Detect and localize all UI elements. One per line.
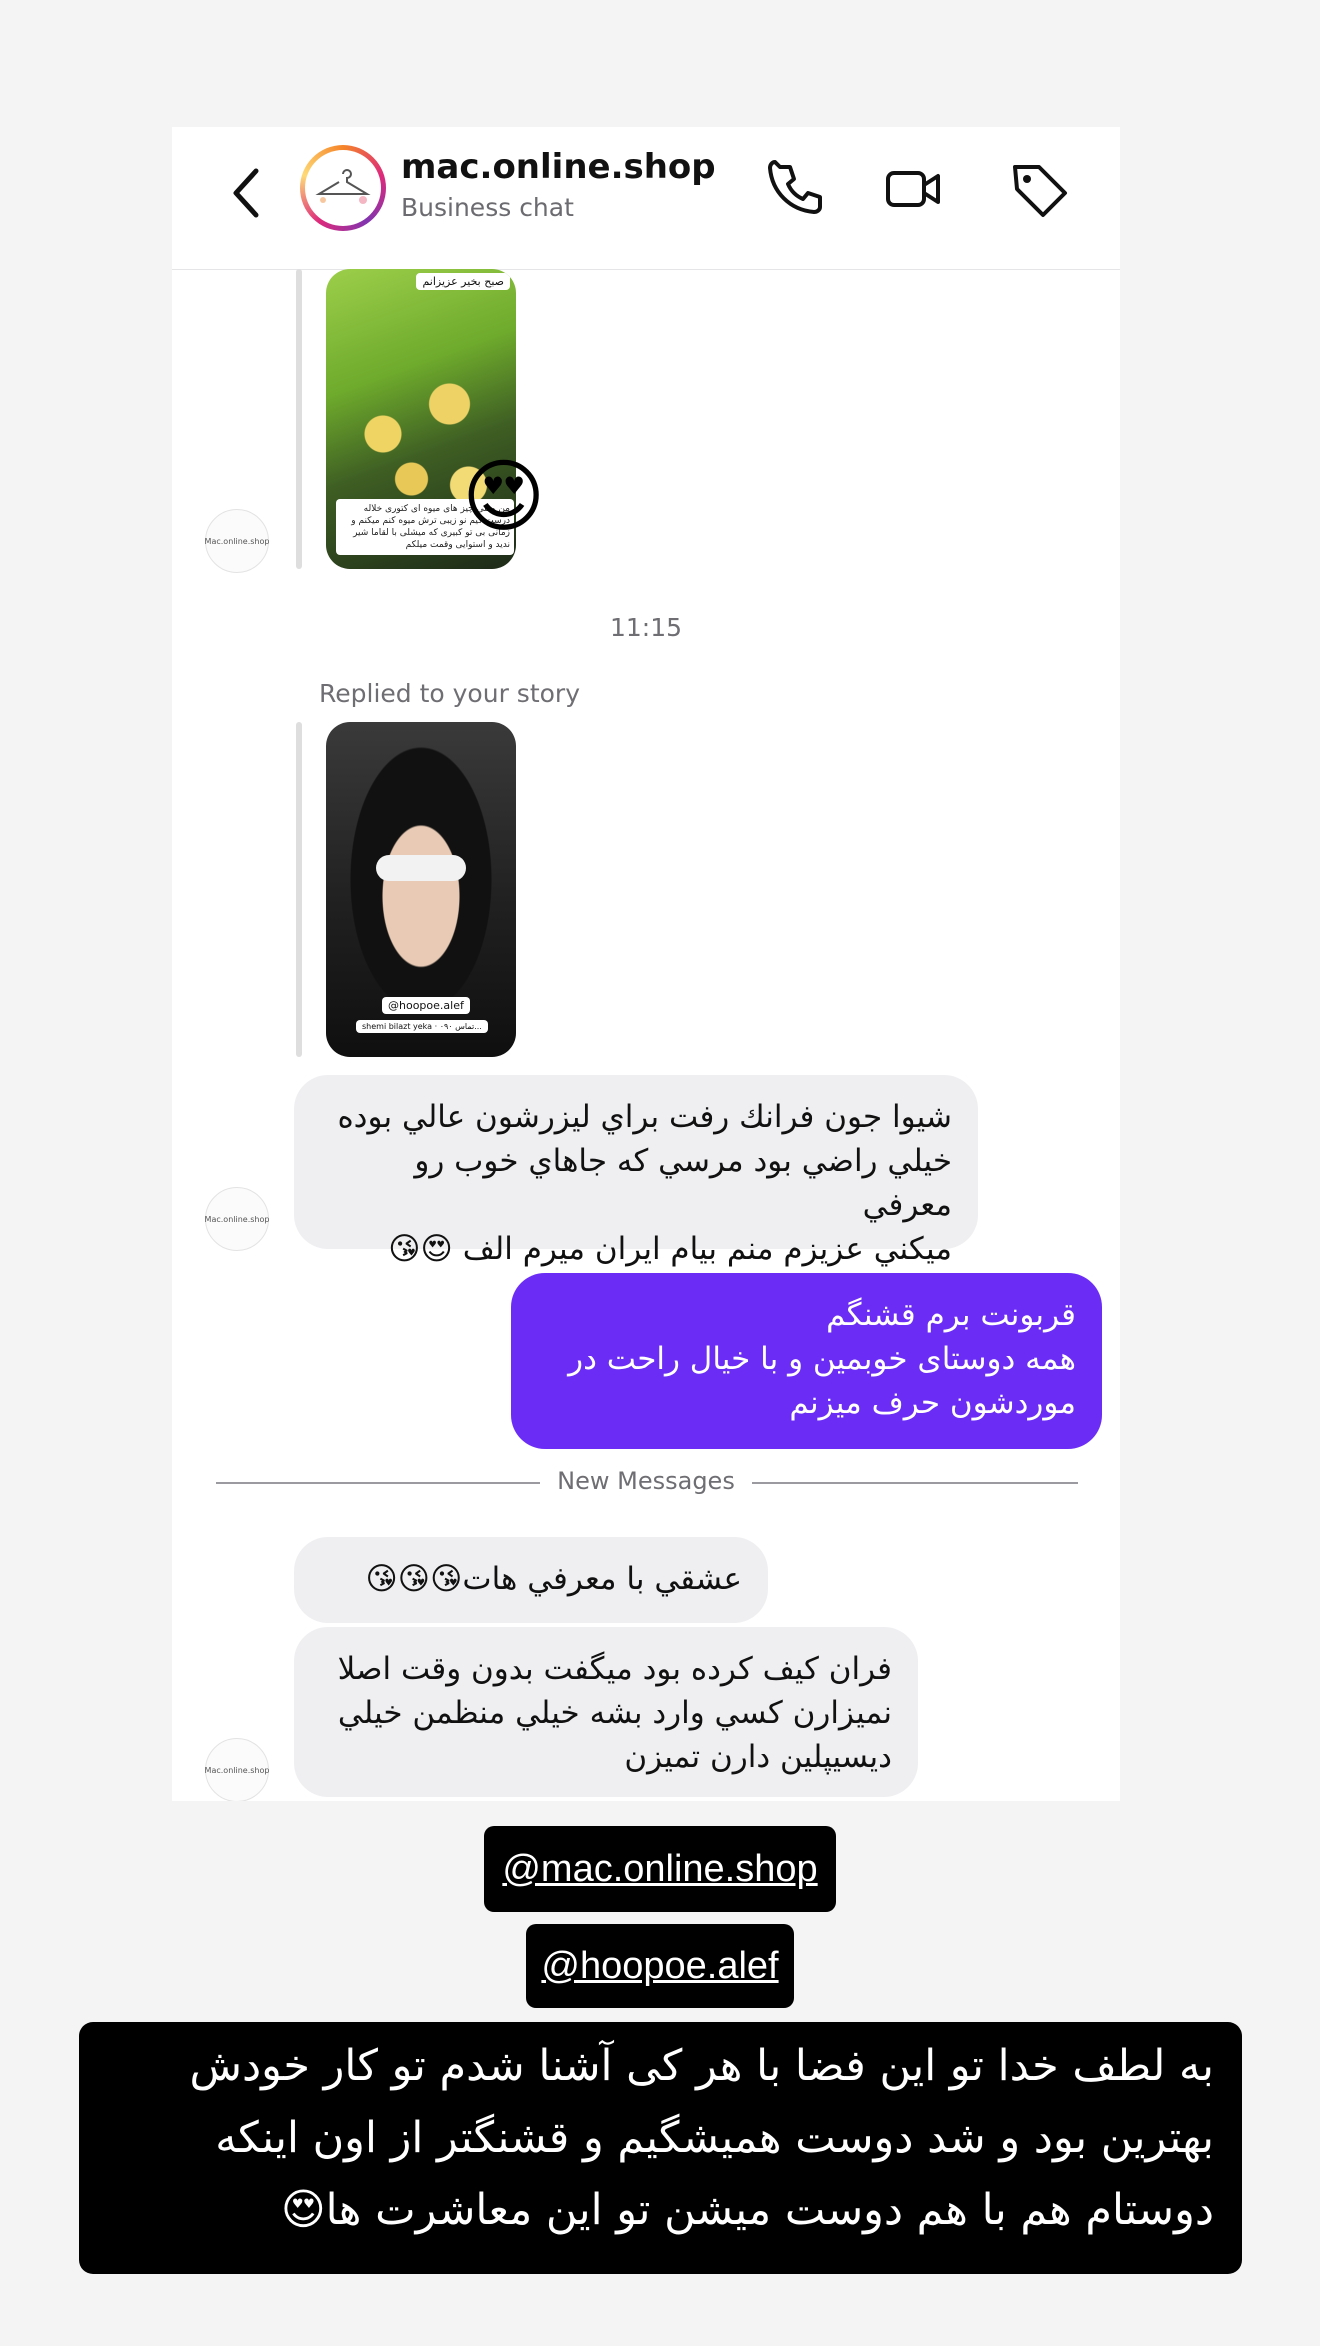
incoming-message[interactable]: شيوا جون فرانك رفت براي ليزرشون عالي بود… xyxy=(294,1075,978,1267)
reply-bar xyxy=(296,269,302,569)
reply-bar xyxy=(296,722,302,1057)
chat-subtitle: Business chat xyxy=(401,193,574,222)
chat-screenshot: mac.online.shop Business chat صبح بخیر ع… xyxy=(172,127,1120,1801)
timestamp: 11:15 xyxy=(609,613,683,642)
video-camera-icon[interactable] xyxy=(882,157,946,221)
story-thumbnail[interactable]: @hoopoe.alef shemi bilazt yeka · تماس ۰۹… xyxy=(326,722,516,1057)
phone-icon[interactable] xyxy=(762,157,826,221)
story-mention-tag: @hoopoe.alef xyxy=(382,997,470,1014)
sender-avatar: Mac.online.shop xyxy=(205,1187,269,1251)
chat-title[interactable]: mac.online.shop xyxy=(401,147,716,187)
replied-label: Replied to your story xyxy=(319,679,580,708)
outgoing-message[interactable]: قربونت برم قشنگم همه دوستای خوبمین و با … xyxy=(511,1273,1102,1449)
chevron-left-icon[interactable] xyxy=(226,163,266,223)
goggles-graphic xyxy=(376,855,466,881)
story-tag: صبح بخیر عزیزانم xyxy=(416,273,510,290)
tag-icon[interactable] xyxy=(1007,157,1071,221)
chat-header: mac.online.shop Business chat xyxy=(172,127,1120,270)
story-subtag: shemi bilazt yeka · تماس ۰۹۰... xyxy=(356,1020,488,1033)
incoming-message[interactable]: عشقي با معرفي هات😘😘😘 xyxy=(294,1537,768,1623)
mention-sticker[interactable]: @mac.online.shop xyxy=(484,1826,836,1912)
avatar[interactable] xyxy=(300,145,386,231)
sender-avatar: Mac.online.shop xyxy=(205,1738,269,1801)
hanger-logo-icon xyxy=(315,169,371,204)
incoming-message[interactable]: فران كيف كرده بود ميگفت بدون وقت اصلا نم… xyxy=(294,1627,918,1797)
story-caption: به لطف خدا تو این فضا با هر کی آشنا شدم … xyxy=(79,2022,1242,2274)
mention-sticker[interactable]: @hoopoe.alef xyxy=(526,1924,794,2008)
sender-avatar: Mac.online.shop xyxy=(205,509,269,573)
heart-eyes-reaction: 😍 xyxy=(462,450,546,543)
new-messages-divider: New Messages xyxy=(172,1467,1120,1497)
